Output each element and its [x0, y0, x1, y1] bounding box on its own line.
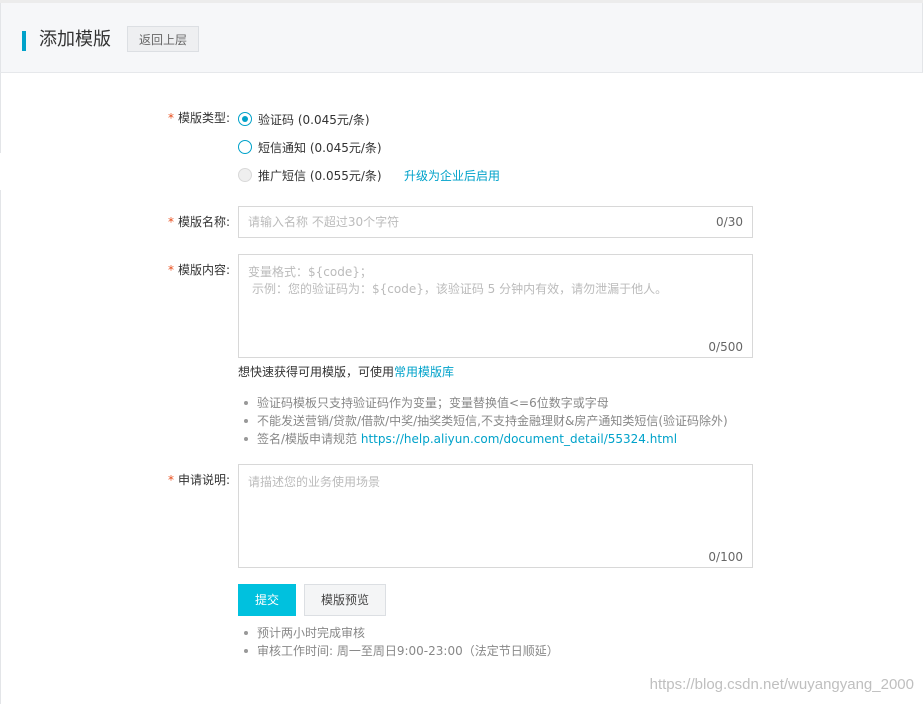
radio-promotion-sms: 推广短信 (0.055元/条) [238, 165, 382, 185]
tip-item: 不能发送营销/贷款/借款/中奖/抽奖类短信,不支持金融理财&房产通知类短信(验证… [238, 412, 728, 430]
radio-disabled-icon [238, 168, 252, 182]
char-counter: 0/30 [716, 215, 743, 229]
tip-item: 验证码模板只支持验证码作为变量；变量替换值<=6位数字或字母 [238, 394, 728, 412]
char-counter: 0/500 [708, 340, 743, 354]
review-note: 预计两小时完成审核 [238, 624, 559, 642]
textarea-placeholder: 请描述您的业务使用场景 [248, 475, 381, 489]
template-preview-button[interactable]: 模版预览 [304, 584, 386, 616]
template-type-label: * 模版类型: [167, 111, 230, 125]
back-button[interactable]: 返回上层 [127, 26, 199, 52]
template-name-input[interactable]: 请输入名称 不超过30个字符 0/30 [238, 206, 753, 238]
char-counter: 0/100 [708, 550, 743, 564]
template-content-textarea[interactable]: 变量格式：${code}； 示例：您的验证码为：${code}，该验证码 5 分… [238, 254, 753, 358]
description-label: * 申请说明: [167, 473, 230, 487]
textarea-placeholder: 变量格式：${code}； [248, 265, 372, 279]
template-name-label: * 模版名称: [167, 215, 230, 229]
page-title: 添加模版 [39, 29, 111, 50]
radio-checked-icon[interactable] [238, 112, 252, 126]
radio-label: 短信通知 (0.045元/条) [258, 140, 382, 155]
submit-button[interactable]: 提交 [238, 584, 296, 616]
content-tips-list: 验证码模板只支持验证码作为变量；变量替换值<=6位数字或字母 不能发送营销/贷款… [238, 394, 728, 448]
tip-item: 签名/模版申请规范 https://help.aliyun.com/docume… [238, 430, 728, 448]
radio-label: 验证码 (0.045元/条) [258, 112, 370, 127]
radio-unchecked-icon[interactable] [238, 140, 252, 154]
description-textarea[interactable]: 请描述您的业务使用场景 0/100 [238, 464, 753, 568]
header-accent-bar [22, 31, 26, 51]
page-header: 添加模版 返回上层 [0, 3, 923, 73]
template-content-label: * 模版内容: [167, 263, 230, 277]
review-notes-list: 预计两小时完成审核 审核工作时间: 周一至周日9:00-23:00（法定节日顺延… [238, 624, 559, 660]
radio-sms-notice[interactable]: 短信通知 (0.045元/条) [238, 137, 382, 157]
watermark: https://blog.csdn.net/wuyangyang_2000 [649, 676, 914, 693]
quick-template-hint: 想快速获得可用模版，可使用常用模版库 [238, 365, 455, 379]
template-library-link[interactable]: 常用模版库 [394, 365, 454, 379]
spec-doc-link[interactable]: https://help.aliyun.com/document_detail/… [361, 432, 677, 446]
review-note: 审核工作时间: 周一至周日9:00-23:00（法定节日顺延） [238, 642, 559, 660]
upgrade-enterprise-link[interactable]: 升级为企业后启用 [404, 167, 500, 184]
input-placeholder: 请输入名称 不超过30个字符 [248, 215, 400, 229]
radio-verification-code[interactable]: 验证码 (0.045元/条) [238, 109, 370, 129]
textarea-placeholder-example: 示例：您的验证码为：${code}，该验证码 5 分钟内有效，请勿泄漏于他人。 [252, 282, 668, 296]
radio-label: 推广短信 (0.055元/条) [258, 168, 382, 183]
required-mark: * [167, 111, 174, 125]
